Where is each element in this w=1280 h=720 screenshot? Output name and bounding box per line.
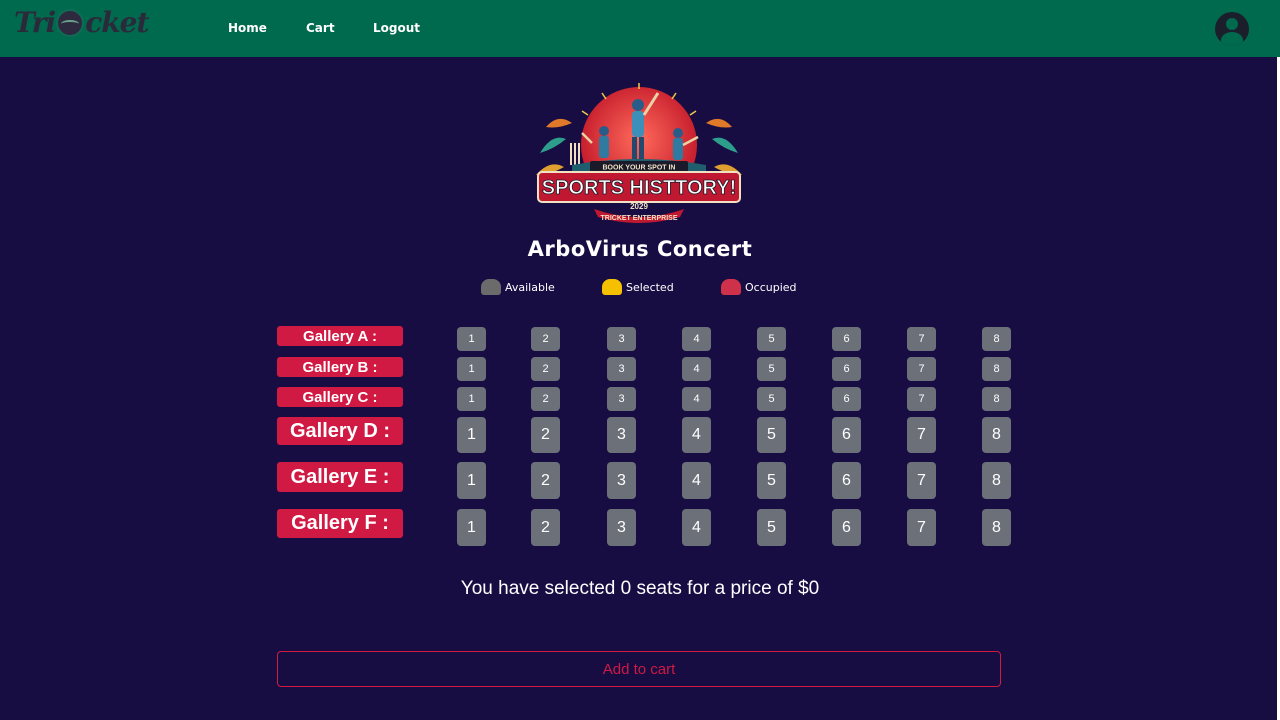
seat-e-7[interactable]: 7 xyxy=(907,462,936,499)
gallery-b-label: Gallery B : xyxy=(277,357,403,377)
gallery-d-label: Gallery D : xyxy=(277,417,403,445)
legend-available-label: Available xyxy=(505,280,555,294)
seat-b-7[interactable]: 7 xyxy=(907,357,936,381)
event-title: ArboVirus Concert xyxy=(527,237,753,261)
banner-line1: BOOK YOUR SPOT IN xyxy=(603,165,676,172)
nav-logout-link[interactable]: Logout xyxy=(373,21,420,35)
sports-history-banner: BOOK YOUR SPOT IN SPORTS HISTTORY! 2029 … xyxy=(536,83,742,223)
selected-seat-icon xyxy=(602,279,622,295)
seat-c-6[interactable]: 6 xyxy=(832,387,861,411)
seat-b-5[interactable]: 5 xyxy=(757,357,786,381)
seat-d-7[interactable]: 7 xyxy=(907,417,936,453)
seat-e-4[interactable]: 4 xyxy=(682,462,711,499)
available-seat-icon xyxy=(481,279,501,295)
banner-line2: SPORTS HISTTORY! xyxy=(542,177,736,199)
occupied-seat-icon xyxy=(721,279,741,295)
nav-cart-link[interactable]: Cart xyxy=(306,21,335,35)
legend-occupied: Occupied xyxy=(721,278,797,296)
seat-f-6[interactable]: 6 xyxy=(832,509,861,546)
seat-d-8[interactable]: 8 xyxy=(982,417,1011,453)
add-to-cart-button[interactable]: Add to cart xyxy=(277,651,1001,687)
gallery-e-label: Gallery E : xyxy=(277,462,403,492)
seat-a-2[interactable]: 2 xyxy=(531,327,560,351)
seat-f-3[interactable]: 3 xyxy=(607,509,636,546)
seat-e-2[interactable]: 2 xyxy=(531,462,560,499)
profile-head-shape xyxy=(1226,18,1238,30)
seat-c-4[interactable]: 4 xyxy=(682,387,711,411)
seat-c-2[interactable]: 2 xyxy=(531,387,560,411)
seat-b-6[interactable]: 6 xyxy=(832,357,861,381)
seat-b-4[interactable]: 4 xyxy=(682,357,711,381)
profile-shoulders-shape xyxy=(1221,32,1243,46)
logo-text-right: cket xyxy=(85,6,149,39)
gallery-f-label: Gallery F : xyxy=(277,509,403,538)
selection-summary: You have selected 0 seats for a price of… xyxy=(460,578,820,599)
banner-year: 2029 xyxy=(630,202,648,211)
user-profile-icon[interactable] xyxy=(1215,12,1249,46)
legend-occupied-label: Occupied xyxy=(745,280,797,294)
legend-selected: Selected xyxy=(602,278,674,296)
seat-d-5[interactable]: 5 xyxy=(757,417,786,453)
seat-a-1[interactable]: 1 xyxy=(457,327,486,351)
seat-c-3[interactable]: 3 xyxy=(607,387,636,411)
tricket-logo[interactable]: Tri cket xyxy=(14,6,149,39)
gallery-c-label: Gallery C : xyxy=(277,387,403,407)
seat-b-1[interactable]: 1 xyxy=(457,357,486,381)
nav-home-link[interactable]: Home xyxy=(228,21,267,35)
seat-a-6[interactable]: 6 xyxy=(832,327,861,351)
seat-f-4[interactable]: 4 xyxy=(682,509,711,546)
seat-a-5[interactable]: 5 xyxy=(757,327,786,351)
seat-f-5[interactable]: 5 xyxy=(757,509,786,546)
seat-d-3[interactable]: 3 xyxy=(607,417,636,453)
seat-f-8[interactable]: 8 xyxy=(982,509,1011,546)
seat-e-8[interactable]: 8 xyxy=(982,462,1011,499)
legend-available: Available xyxy=(481,278,555,296)
seat-e-5[interactable]: 5 xyxy=(757,462,786,499)
seat-b-3[interactable]: 3 xyxy=(607,357,636,381)
seat-a-3[interactable]: 3 xyxy=(607,327,636,351)
gallery-a-label: Gallery A : xyxy=(277,326,403,346)
seat-d-2[interactable]: 2 xyxy=(531,417,560,453)
seat-e-6[interactable]: 6 xyxy=(832,462,861,499)
seat-c-5[interactable]: 5 xyxy=(757,387,786,411)
seat-c-8[interactable]: 8 xyxy=(982,387,1011,411)
seat-f-7[interactable]: 7 xyxy=(907,509,936,546)
seat-f-2[interactable]: 2 xyxy=(531,509,560,546)
legend-selected-label: Selected xyxy=(626,280,674,294)
banner-line3: TRICKET ENTERPRISE xyxy=(600,215,677,222)
seat-d-4[interactable]: 4 xyxy=(682,417,711,453)
seat-e-3[interactable]: 3 xyxy=(607,462,636,499)
seat-b-2[interactable]: 2 xyxy=(531,357,560,381)
seat-c-1[interactable]: 1 xyxy=(457,387,486,411)
navbar: Tri cket Home Cart Logout xyxy=(0,0,1280,57)
seat-a-7[interactable]: 7 xyxy=(907,327,936,351)
seat-b-8[interactable]: 8 xyxy=(982,357,1011,381)
seat-c-7[interactable]: 7 xyxy=(907,387,936,411)
seat-a-4[interactable]: 4 xyxy=(682,327,711,351)
cricket-ball-icon xyxy=(56,8,85,37)
seat-f-1[interactable]: 1 xyxy=(457,509,486,546)
seat-a-8[interactable]: 8 xyxy=(982,327,1011,351)
seat-d-6[interactable]: 6 xyxy=(832,417,861,453)
logo-text-left: Tri xyxy=(14,6,56,39)
seat-d-1[interactable]: 1 xyxy=(457,417,486,453)
seat-e-1[interactable]: 1 xyxy=(457,462,486,499)
